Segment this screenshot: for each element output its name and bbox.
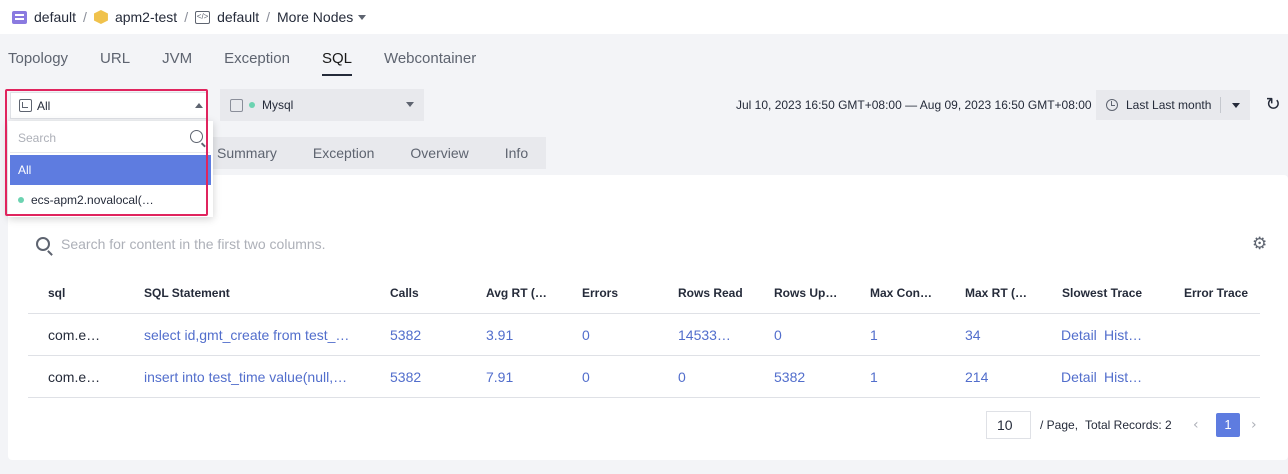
cell-rows-updated[interactable]: 0 [774, 314, 854, 356]
history-link[interactable]: Hist… [1104, 314, 1146, 356]
node-select-value: All [37, 98, 51, 113]
status-dot [18, 197, 24, 203]
subtab-overview[interactable]: Overview [410, 145, 468, 161]
subtab-info[interactable]: Info [505, 145, 528, 161]
cell-max-concurrency[interactable]: 1 [870, 356, 950, 398]
node-select[interactable]: All [10, 92, 208, 119]
tab-exception[interactable]: Exception [224, 50, 290, 76]
header-sql[interactable]: sql [48, 272, 118, 314]
page-size-label: / Page, [1040, 418, 1079, 432]
breadcrumb: default / apm2-test / </> default / More… [0, 0, 1288, 34]
chevron-down-icon [406, 102, 414, 107]
dropdown-option-node[interactable]: ecs-apm2.novalocal(… [10, 185, 211, 215]
detail-link[interactable]: Detail [1061, 314, 1105, 356]
header-max-concurrency[interactable]: Max Con… [870, 272, 950, 314]
application-icon [12, 10, 27, 24]
clock-icon [1106, 99, 1118, 111]
chevron-right-icon[interactable]: › [1251, 417, 1257, 433]
breadcrumb-component-label: apm2-test [114, 9, 178, 25]
status-dot [249, 102, 255, 108]
cell-sql-statement[interactable]: insert into test_time value(null,… [144, 356, 364, 398]
cell-errors[interactable]: 0 [582, 356, 662, 398]
search-icon [36, 237, 50, 251]
cell-calls[interactable]: 5382 [390, 314, 470, 356]
tab-jvm[interactable]: JVM [162, 50, 192, 76]
cell-rows-updated[interactable]: 5382 [774, 356, 854, 398]
subtab-exception[interactable]: Exception [313, 145, 374, 161]
breadcrumb-app-label: default [34, 9, 77, 25]
chevron-down-icon [358, 14, 367, 20]
header-slowest-trace: Slowest Trace [1062, 286, 1143, 300]
cell-sql: com.e… [48, 327, 101, 343]
cell-avg-rt[interactable]: 3.91 [486, 314, 566, 356]
search-icon [190, 130, 203, 143]
breadcrumb-separator: / [266, 9, 271, 25]
header-rows-read[interactable]: Rows Read [678, 272, 758, 314]
breadcrumb-item-component[interactable]: apm2-test [93, 9, 178, 25]
dropdown-search-input[interactable]: Search [10, 123, 210, 153]
time-range-text: Jul 10, 2023 16:50 GMT+08:00 — Aug 09, 2… [736, 98, 1092, 112]
tab-webcontainer[interactable]: Webcontainer [384, 50, 476, 76]
time-preset-label: Last Last month [1126, 98, 1212, 112]
search-placeholder: Search for content in the first two colu… [61, 236, 326, 252]
cell-avg-rt[interactable]: 7.91 [486, 356, 566, 398]
main-tabs: Topology URL JVM Exception SQL Webcontai… [8, 50, 508, 76]
chevron-up-icon [195, 103, 203, 108]
header-sql-statement[interactable]: SQL Statement [144, 272, 364, 314]
cell-max-rt[interactable]: 214 [965, 356, 1045, 398]
time-preset-select[interactable]: Last Last month [1096, 90, 1250, 120]
cell-max-rt[interactable]: 34 [965, 314, 1045, 356]
cell-sql-statement[interactable]: select id,gmt_create from test_… [144, 314, 364, 356]
dropdown-option-node-label: ecs-apm2.novalocal(… [31, 193, 154, 207]
cell-rows-read[interactable]: 0 [678, 356, 758, 398]
table-row: com.e… insert into test_time value(null,… [28, 356, 1260, 398]
subtab-summary[interactable]: Summary [217, 145, 277, 161]
dropdown-option-all[interactable]: All [10, 155, 211, 185]
header-errors[interactable]: Errors [582, 272, 662, 314]
breadcrumb-item-app[interactable]: default [12, 9, 76, 25]
cell-calls[interactable]: 5382 [390, 356, 470, 398]
sub-tabs: Summary Exception Overview Info [200, 137, 546, 169]
page-size-select[interactable]: 10 [986, 411, 1031, 439]
page-button-current[interactable]: 1 [1216, 413, 1240, 437]
tab-sql[interactable]: SQL [321, 50, 352, 76]
header-avg-rt[interactable]: Avg RT (… [486, 272, 566, 314]
node-icon [19, 99, 32, 112]
chevron-down-icon[interactable] [1232, 103, 1240, 108]
database-select-value: Mysql [262, 98, 294, 112]
header-max-rt[interactable]: Max RT (… [965, 272, 1045, 314]
sql-table: sql SQL Statement Calls Avg RT (… Errors… [28, 272, 1260, 398]
cell-sql: com.e… [48, 369, 101, 385]
cube-icon [93, 10, 108, 24]
more-nodes-dropdown[interactable]: More Nodes [277, 9, 367, 25]
more-nodes-label: More Nodes [277, 9, 354, 25]
cell-max-concurrency[interactable]: 1 [870, 314, 950, 356]
gear-icon[interactable]: ⚙ [1252, 234, 1267, 254]
table-search-input[interactable]: Search for content in the first two colu… [36, 236, 326, 252]
chevron-left-icon[interactable]: ‹ [1193, 417, 1199, 433]
cell-rows-read[interactable]: 14533… [678, 314, 758, 356]
divider [1220, 97, 1221, 113]
code-icon: </> [195, 10, 211, 24]
header-rows-updated[interactable]: Rows Up… [774, 272, 854, 314]
database-icon [230, 98, 243, 112]
detail-link[interactable]: Detail [1061, 356, 1105, 398]
breadcrumb-separator: / [83, 9, 87, 25]
dropdown-search-placeholder: Search [18, 131, 57, 145]
history-link[interactable]: Hist… [1104, 356, 1146, 398]
breadcrumb-separator: / [184, 9, 189, 25]
tab-topology[interactable]: Topology [8, 50, 68, 76]
table-header-row: sql SQL Statement Calls Avg RT (… Errors… [28, 272, 1260, 314]
database-select[interactable]: Mysql [220, 89, 424, 121]
table-row: com.e… select id,gmt_create from test_… … [28, 314, 1260, 356]
header-error-trace: Error Trace [1184, 286, 1249, 300]
total-records: Total Records: 2 [1085, 418, 1172, 432]
cell-errors[interactable]: 0 [582, 314, 662, 356]
header-calls[interactable]: Calls [390, 272, 470, 314]
breadcrumb-item-environment[interactable]: </> default [195, 9, 259, 25]
breadcrumb-environment-label: default [217, 9, 260, 25]
node-dropdown: Search All ecs-apm2.novalocal(… [8, 121, 213, 217]
tab-url[interactable]: URL [100, 50, 130, 76]
refresh-icon[interactable]: ↻ [1262, 94, 1284, 116]
